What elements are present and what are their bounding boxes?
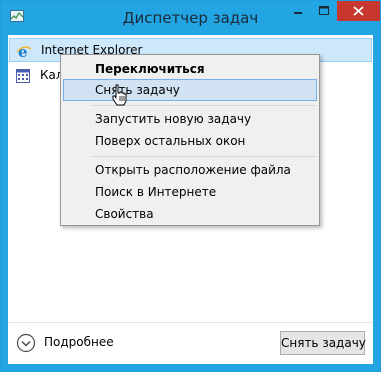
- menu-item-label: Открыть расположение файла: [95, 163, 291, 177]
- minimize-icon: [294, 12, 302, 14]
- internet-explorer-icon: e: [16, 43, 32, 59]
- footer-divider: [8, 322, 373, 323]
- menu-item-properties[interactable]: Свойства: [63, 203, 317, 225]
- maximize-button[interactable]: [311, 1, 337, 21]
- more-details-label: Подробнее: [44, 335, 114, 349]
- svg-text:e: e: [18, 43, 28, 59]
- menu-item-label: Переключиться: [95, 62, 205, 76]
- calendar-icon: [16, 69, 30, 83]
- maximize-icon: [319, 6, 329, 15]
- chevron-down-icon: [16, 333, 36, 353]
- hand-pointer-icon: [112, 84, 127, 106]
- menu-item-label: Поверх остальных окон: [95, 134, 246, 148]
- close-button[interactable]: [337, 1, 380, 21]
- menu-item-search-online[interactable]: Поиск в Интернете: [63, 181, 317, 203]
- end-task-button[interactable]: Снять задачу: [280, 331, 366, 355]
- menu-item-label: Запустить новую задачу: [95, 112, 252, 126]
- menu-item-label: Снять задачу: [95, 83, 180, 97]
- menu-item-always-on-top[interactable]: Поверх остальных окон: [63, 130, 317, 152]
- context-menu: Переключиться Снять задачу Запустить нов…: [60, 54, 320, 226]
- menu-item-label: Свойства: [95, 207, 154, 221]
- menu-item-switch-to[interactable]: Переключиться: [63, 58, 317, 80]
- menu-item-run-new-task[interactable]: Запустить новую задачу: [63, 108, 317, 130]
- close-icon: [353, 6, 364, 16]
- title-bar[interactable]: Диспетчер задач: [1, 1, 380, 35]
- menu-item-label: Поиск в Интернете: [95, 185, 217, 199]
- menu-item-end-task[interactable]: Снять задачу: [63, 79, 317, 101]
- menu-item-open-file-location[interactable]: Открыть расположение файла: [63, 159, 317, 181]
- minimize-button[interactable]: [285, 1, 311, 21]
- menu-separator: [91, 156, 316, 157]
